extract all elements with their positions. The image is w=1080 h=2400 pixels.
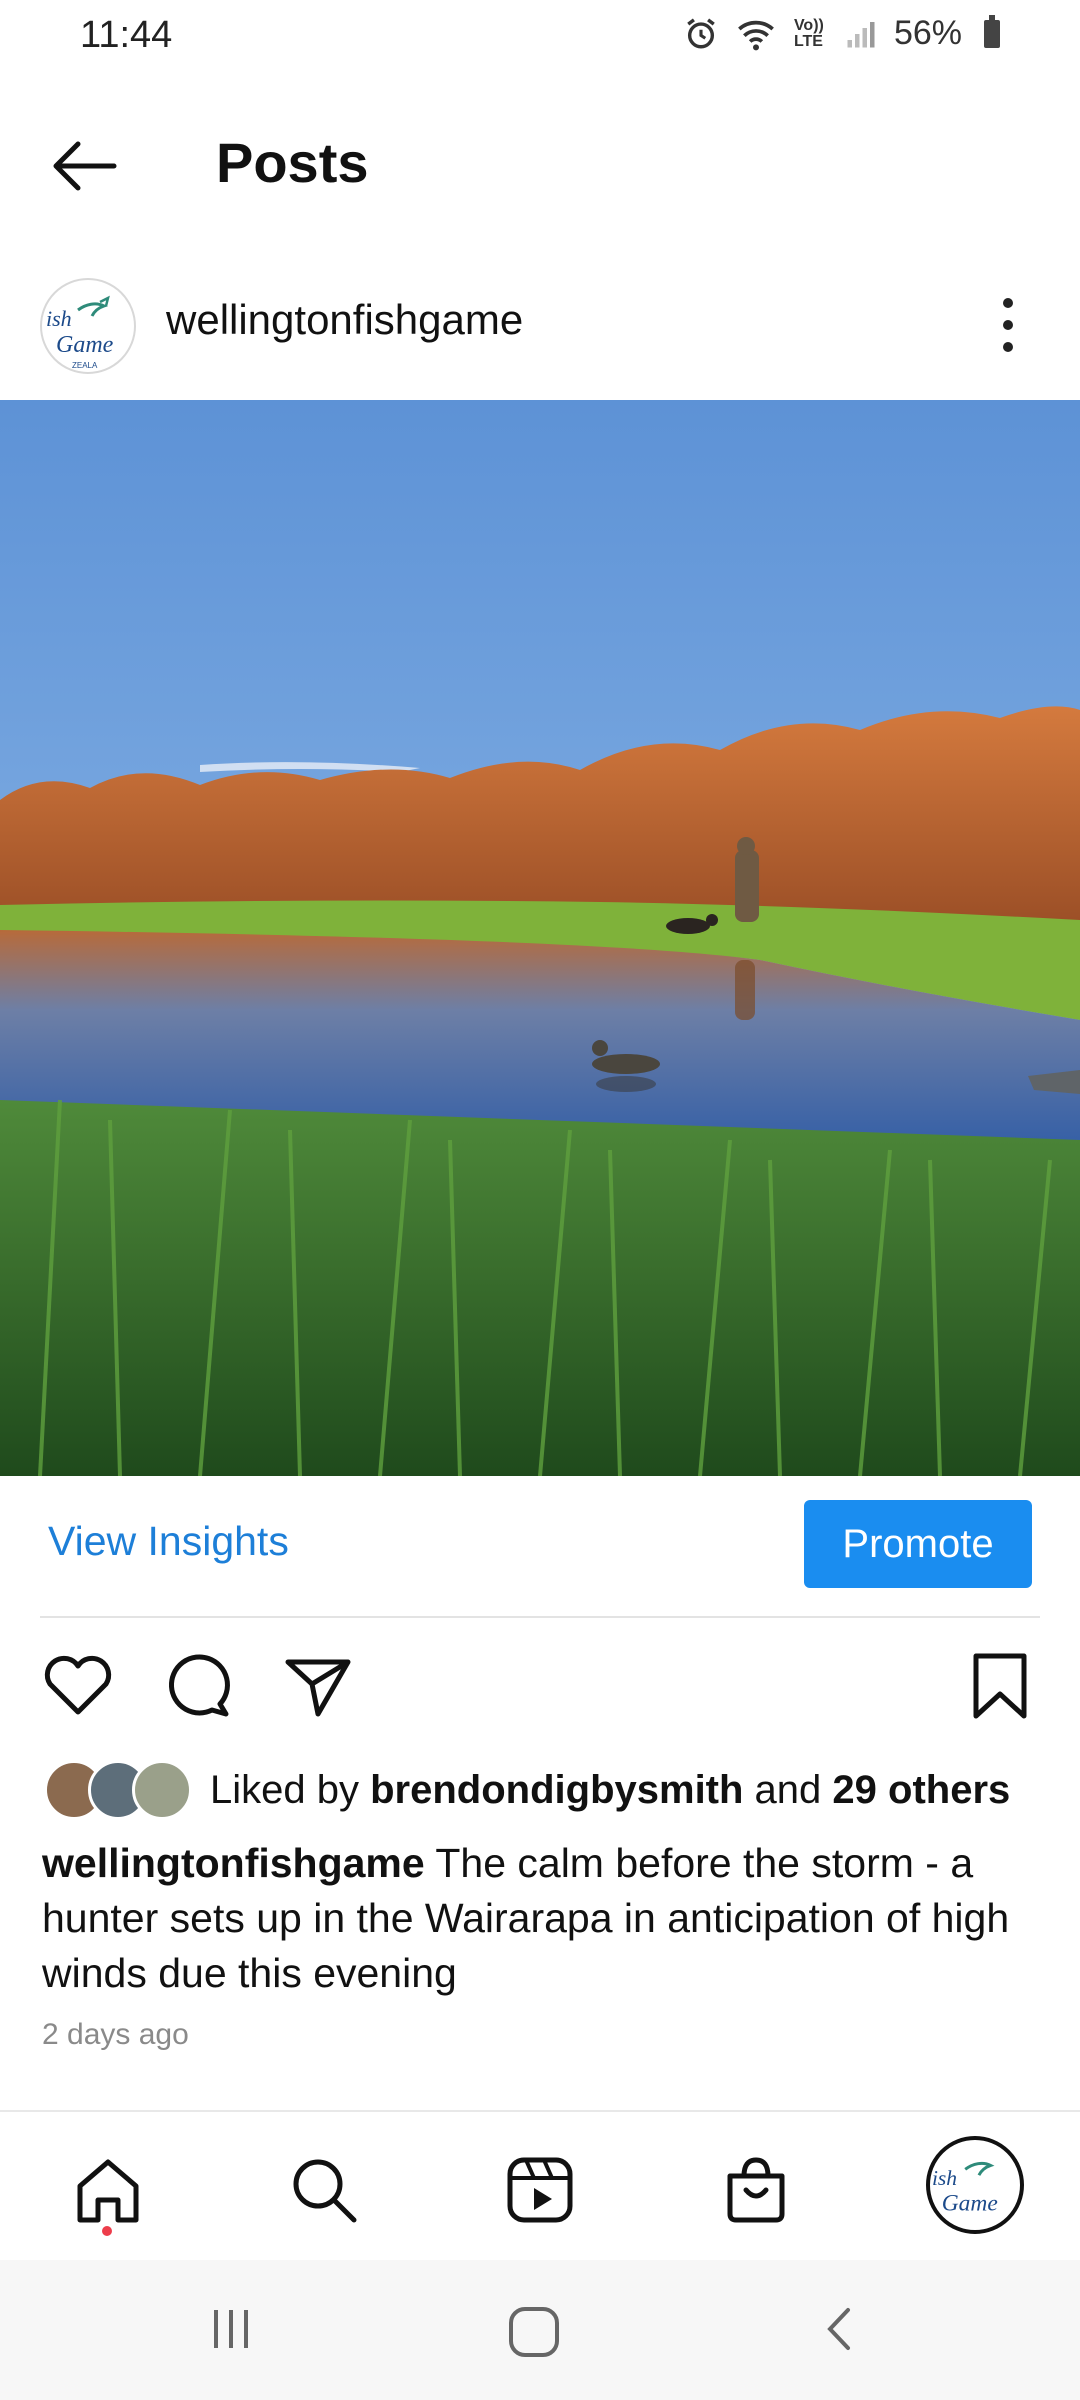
lte-label: Vo)) LTE [793, 16, 824, 50]
fish-game-logo-icon: ish Game [931, 2141, 1019, 2229]
post-username[interactable]: wellingtonfishgame [166, 296, 523, 344]
fish-game-logo-icon: ish Game ZEALA [44, 282, 132, 370]
svg-text:ish: ish [932, 2166, 957, 2190]
shop-icon[interactable] [718, 2152, 794, 2228]
profile-avatar[interactable]: ish Game [926, 2136, 1024, 2234]
bookmark-icon[interactable] [962, 1648, 1038, 1724]
battery-percent: 56% [893, 14, 962, 52]
more-options-icon[interactable] [990, 298, 1026, 352]
likes-others-count[interactable]: 29 others [832, 1768, 1010, 1812]
likes-summary[interactable]: Liked by brendondigbysmith and 29 others [210, 1768, 1010, 1813]
signal-icon [847, 21, 875, 47]
back-chevron-icon[interactable] [820, 2304, 860, 2354]
notification-dot [102, 2226, 112, 2236]
share-icon[interactable] [280, 1648, 356, 1724]
svg-text:ZEALA: ZEALA [72, 361, 98, 370]
reels-icon[interactable] [502, 2152, 578, 2228]
post-caption: wellingtonfishgame The calm before the s… [42, 1836, 1042, 2001]
home-icon[interactable] [70, 2152, 146, 2228]
view-insights-link[interactable]: View Insights [48, 1518, 289, 1565]
battery-icon [984, 14, 1000, 48]
status-time: 11:44 [80, 14, 173, 56]
status-icons: Vo)) LTE 56% [684, 14, 1000, 53]
back-arrow-icon[interactable] [48, 130, 120, 202]
alarm-icon [687, 17, 715, 48]
liker-avatars[interactable] [44, 1760, 194, 1820]
system-nav-bar [0, 2260, 1080, 2400]
post-timestamp: 2 days ago [42, 2018, 189, 2051]
bottom-nav [0, 2110, 1080, 2260]
home-button-icon[interactable] [506, 2304, 562, 2360]
wifi-icon [738, 20, 774, 50]
svg-text:Game: Game [942, 2190, 998, 2216]
promote-button[interactable]: Promote [804, 1500, 1032, 1588]
comment-icon[interactable] [160, 1648, 236, 1724]
liker-username[interactable]: brendondigbysmith [370, 1768, 743, 1812]
post-photo[interactable] [0, 400, 1080, 1476]
divider [40, 1616, 1040, 1618]
svg-text:Game: Game [56, 332, 114, 358]
recent-apps-icon[interactable] [206, 2304, 256, 2354]
likes-joiner: and [743, 1768, 833, 1812]
search-icon[interactable] [286, 2152, 362, 2228]
status-bar: 11:44 Vo)) LTE 56% [0, 0, 1080, 80]
heart-icon[interactable] [40, 1648, 116, 1724]
likes-prefix: Liked by [210, 1768, 371, 1812]
caption-username[interactable]: wellingtonfishgame [42, 1840, 425, 1886]
svg-text:ish: ish [46, 306, 72, 331]
page-title: Posts [216, 131, 369, 194]
liker-avatar [132, 1760, 192, 1820]
post-author-avatar[interactable]: ish Game ZEALA [40, 278, 136, 374]
